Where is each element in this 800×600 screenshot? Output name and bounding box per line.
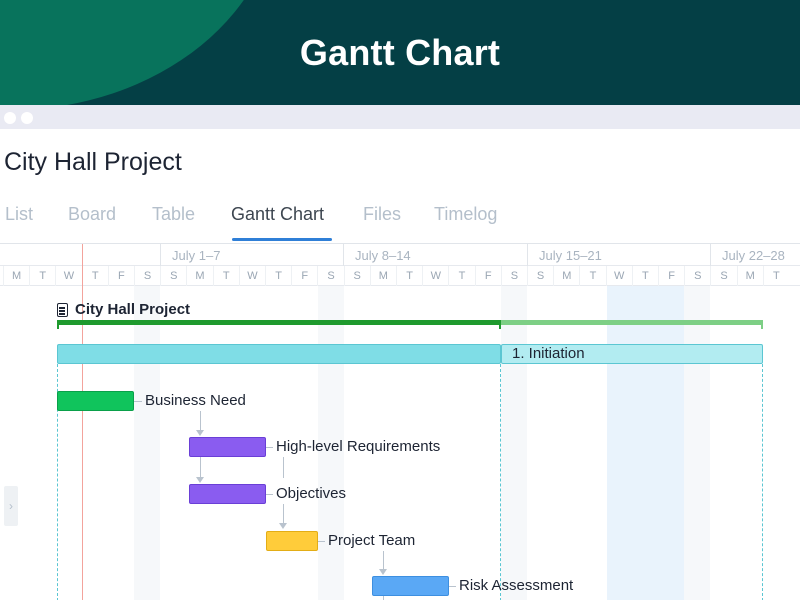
task-bar-business-need[interactable]	[57, 391, 134, 411]
page-title: City Hall Project	[4, 148, 182, 176]
day-cell: T	[81, 266, 108, 286]
task-label[interactable]: Objectives	[276, 485, 346, 502]
today-marker	[82, 244, 83, 600]
day-cell: M	[553, 266, 579, 286]
task-bar-high-level-requirements[interactable]	[189, 437, 266, 457]
tab-table[interactable]: Table	[152, 204, 195, 225]
hero-title: Gantt Chart	[299, 32, 501, 73]
task-label[interactable]: Project Team	[328, 532, 415, 549]
task-label[interactable]: Risk Assessment	[459, 577, 573, 594]
expand-panel-handle[interactable]: ›	[4, 486, 18, 526]
dependency-line	[200, 411, 201, 431]
day-cell: F	[658, 266, 684, 286]
day-cell: S	[527, 266, 553, 286]
tab-board[interactable]: Board	[68, 204, 116, 225]
active-tab-indicator	[232, 238, 332, 241]
day-cell: T	[762, 266, 789, 286]
task-connector	[266, 447, 273, 448]
week-label: July 1–7	[172, 248, 221, 263]
dependency-arrow-icon	[196, 430, 204, 436]
day-cell: S	[317, 266, 343, 286]
week-separator	[710, 244, 711, 266]
dependency-line	[383, 551, 384, 571]
task-bar-objectives[interactable]	[189, 484, 266, 504]
day-cell: F	[291, 266, 317, 286]
dependency-line	[283, 504, 284, 524]
week-label: July 22–28	[722, 248, 785, 263]
day-cell: F	[474, 266, 501, 286]
day-cell: S	[500, 266, 527, 286]
task-label[interactable]: High-level Requirements	[276, 438, 440, 455]
day-cell: T	[212, 266, 239, 286]
phase-boundary	[762, 364, 763, 600]
task-connector	[449, 586, 456, 587]
day-cell: T	[29, 266, 55, 286]
window-title-bar	[0, 105, 800, 129]
day-cell: S	[684, 266, 710, 286]
project-progress-bar[interactable]	[57, 320, 501, 325]
summary-bar-end-cap	[761, 320, 763, 329]
week-separator	[160, 244, 161, 266]
window-dot-icon[interactable]	[4, 112, 16, 124]
task-connector	[318, 541, 325, 542]
task-connector	[134, 401, 142, 402]
day-cell: T	[396, 266, 422, 286]
dependency-line	[383, 596, 384, 600]
tab-list[interactable]: List	[5, 204, 33, 225]
chevron-right-icon: ›	[9, 499, 13, 513]
day-cell: M	[186, 266, 212, 286]
task-bar-project-team[interactable]	[266, 531, 318, 551]
summary-bar-progress-cap	[499, 320, 501, 329]
day-cell: S	[710, 266, 736, 286]
day-cell: T	[631, 266, 658, 286]
week-separator	[343, 244, 344, 266]
tab-files[interactable]: Files	[363, 204, 401, 225]
day-cell: M	[369, 266, 396, 286]
dependency-line	[283, 457, 284, 478]
day-cell: T	[448, 266, 474, 286]
day-cell: W	[238, 266, 265, 286]
day-cell: F	[107, 266, 134, 286]
phase-bar[interactable]	[57, 344, 501, 364]
week-header: July 1–7 July 8–14 July 15–21 July 22–28	[0, 244, 800, 266]
view-tabs: List Board Table Gantt Chart Files Timel…	[0, 198, 800, 246]
gantt-body: City Hall Project 1. Initiation Business…	[0, 244, 800, 600]
hero-banner: Gantt Chart	[0, 0, 800, 105]
project-remaining-bar[interactable]	[501, 320, 763, 325]
week-separator	[527, 244, 528, 266]
day-header: MTWTFSSMTWTFSSMTWTFSSMTWTFSSMT	[0, 266, 800, 286]
window-dot-icon[interactable]	[21, 112, 33, 124]
highlighted-range	[607, 286, 684, 600]
week-label: July 8–14	[355, 248, 411, 263]
dependency-line	[200, 457, 201, 478]
tab-timelog[interactable]: Timelog	[434, 204, 497, 225]
day-cell: S	[343, 266, 370, 286]
phase-boundary	[500, 364, 501, 600]
week-label: July 15–21	[539, 248, 602, 263]
day-cell: M	[3, 266, 29, 286]
task-label[interactable]: Business Need	[145, 392, 246, 409]
project-row-label[interactable]: City Hall Project	[75, 301, 190, 318]
task-connector	[266, 494, 273, 495]
day-cell: W	[605, 266, 632, 286]
gantt-chart: July 1–7 July 8–14 July 15–21 July 22–28…	[0, 243, 800, 600]
day-cell: W	[422, 266, 448, 286]
dependency-arrow-icon	[196, 477, 204, 483]
day-cell: W	[55, 266, 81, 286]
task-bar-risk-assessment[interactable]	[372, 576, 449, 596]
clipboard-icon	[57, 303, 68, 317]
tab-gantt-chart[interactable]: Gantt Chart	[231, 204, 324, 225]
day-cell: S	[160, 266, 186, 286]
phase-label: 1. Initiation	[512, 345, 585, 362]
day-cell: M	[736, 266, 763, 286]
summary-bar-start-cap	[57, 320, 59, 329]
dependency-arrow-icon	[379, 569, 387, 575]
day-cell: T	[265, 266, 291, 286]
day-cell: T	[579, 266, 605, 286]
weekend-shade	[134, 286, 160, 600]
weekend-shade	[684, 286, 710, 600]
dependency-arrow-icon	[279, 523, 287, 529]
day-cell: S	[134, 266, 160, 286]
weekend-shade	[501, 286, 527, 600]
